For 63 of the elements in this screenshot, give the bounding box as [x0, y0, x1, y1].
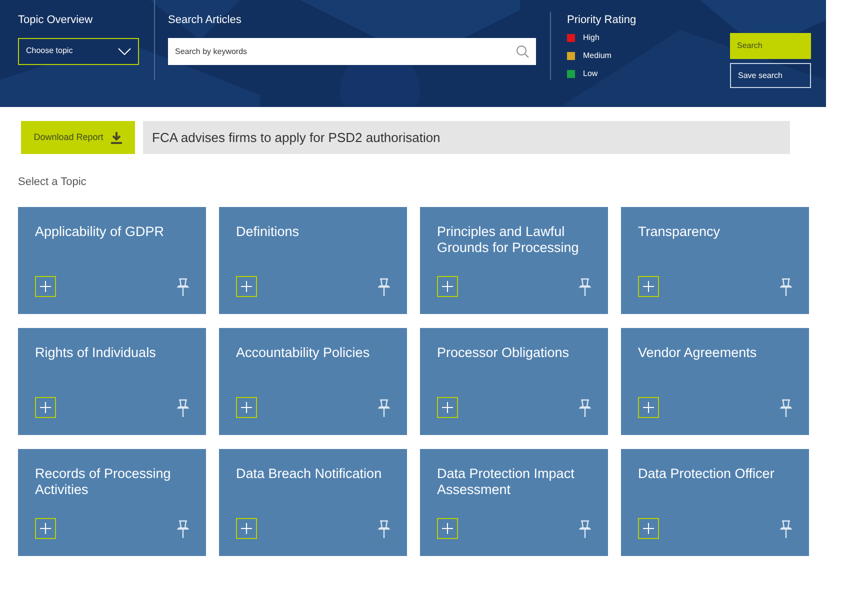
card-title: Data Protection Officer: [638, 466, 776, 482]
pin-icon[interactable]: [579, 278, 591, 296]
topic-card[interactable]: Accountability Policies: [219, 328, 407, 434]
card-title: Processor Obligations: [437, 344, 570, 360]
search-field[interactable]: Search by keywords: [168, 38, 536, 64]
pin-icon[interactable]: [579, 398, 591, 418]
plus-button[interactable]: [35, 396, 56, 418]
card-title: Data Protection Impact Assessment: [437, 466, 576, 498]
topic-dropdown[interactable]: Choose topic: [18, 38, 139, 64]
card-title: Definitions: [236, 224, 300, 240]
search-button[interactable]: Search: [730, 33, 811, 59]
plus-button[interactable]: [437, 396, 458, 418]
plus-button[interactable]: [638, 396, 659, 418]
plus-button[interactable]: [236, 396, 257, 418]
plus-button[interactable]: [638, 518, 659, 538]
topic-card[interactable]: Data Breach Notification: [219, 448, 407, 556]
chevron-down-icon: [118, 48, 131, 54]
card-title: Data Breach Notification: [236, 466, 383, 482]
plus-button[interactable]: [35, 276, 56, 296]
pin-icon[interactable]: [579, 520, 591, 538]
topic-card[interactable]: Principles and Lawful Grounds for Processing: [420, 206, 608, 314]
pin-icon[interactable]: [177, 278, 189, 296]
topic-card[interactable]: Transparency: [621, 206, 809, 314]
plus-button[interactable]: [437, 276, 458, 296]
card-title: Rights of Individuals: [35, 344, 157, 360]
legend-label: Low: [583, 68, 598, 80]
pin-icon[interactable]: [177, 398, 189, 418]
field-label: Topic Overview: [18, 13, 94, 28]
pin-icon[interactable]: [780, 398, 792, 418]
legend-label: High: [583, 32, 600, 44]
card-title: Principles and Lawful Grounds for Processing: [437, 224, 580, 256]
plus-button[interactable]: [236, 518, 257, 538]
card-title: Applicability of GDPR: [35, 224, 166, 240]
card-title: Accountability Policies: [236, 344, 371, 360]
download-icon: [111, 132, 122, 144]
field-label: Search Articles: [168, 13, 242, 28]
topic-card[interactable]: Vendor Agreements: [621, 328, 809, 434]
plus-button[interactable]: [35, 518, 56, 538]
pin-icon[interactable]: [378, 398, 390, 418]
search-icon: [516, 44, 529, 58]
topic-card[interactable]: Processor Obligations: [420, 328, 608, 434]
card-title: Vendor Agreements: [638, 344, 758, 360]
card-title: Records of Processing Activities: [35, 466, 172, 498]
pin-icon[interactable]: [177, 520, 189, 538]
pin-icon[interactable]: [780, 520, 792, 538]
save-search-button[interactable]: Save search: [730, 63, 811, 88]
plus-button[interactable]: [236, 276, 257, 296]
topic-card[interactable]: Data Protection Impact Assessment: [420, 448, 608, 556]
pin-icon[interactable]: [378, 278, 390, 296]
pin-icon[interactable]: [780, 278, 792, 296]
section-title: Select a Topic: [17, 175, 88, 190]
topic-card[interactable]: Rights of Individuals: [18, 328, 206, 434]
card-title: Transparency: [638, 224, 722, 240]
plus-button[interactable]: [638, 276, 659, 296]
plus-button[interactable]: [437, 518, 458, 538]
legend-title: Priority Rating: [567, 13, 638, 28]
topic-card[interactable]: Data Protection Officer: [621, 448, 809, 556]
topic-card[interactable]: Records of Processing Activities: [18, 448, 206, 556]
pin-icon[interactable]: [378, 520, 390, 538]
topic-card[interactable]: Definitions: [219, 206, 407, 314]
download-button[interactable]: Download Report: [21, 121, 135, 154]
legend-label: Medium: [583, 50, 612, 62]
topic-card[interactable]: Applicability of GDPR: [18, 206, 206, 314]
